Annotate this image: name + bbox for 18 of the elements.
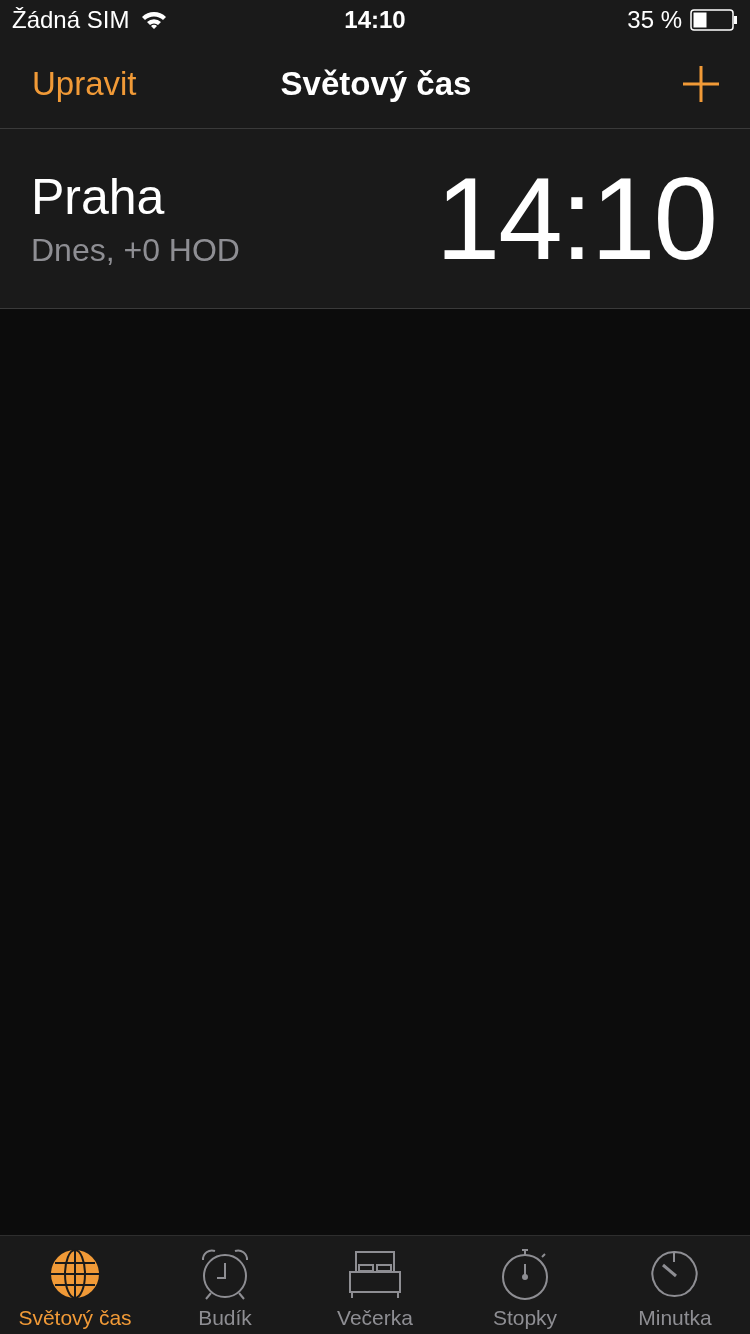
battery-icon <box>690 9 738 31</box>
screen-title: Světový čas <box>280 65 472 103</box>
wifi-icon <box>141 10 168 30</box>
plus-icon <box>682 65 720 103</box>
add-button[interactable] <box>682 65 720 103</box>
clock-time: 14:10 <box>344 6 406 34</box>
tab[interactable]: Večerka <box>300 1236 450 1334</box>
tab[interactable]: Minutka <box>600 1236 750 1334</box>
time-offset: Dnes, +0 HOD <box>31 232 240 269</box>
tab[interactable]: Budík <box>150 1236 300 1334</box>
city-name: Praha <box>31 168 166 226</box>
battery-percent: 35 % <box>627 6 682 34</box>
carrier-text: Žádná SIM <box>12 6 130 34</box>
tab[interactable]: Stopky <box>450 1236 600 1334</box>
clock-row[interactable]: Praha Dnes, +0 HOD 14:10 <box>0 129 750 309</box>
edit-button[interactable]: Upravit <box>32 65 137 103</box>
city-time: 14:10 <box>435 152 716 286</box>
tab[interactable]: Světový čas <box>0 1236 150 1334</box>
